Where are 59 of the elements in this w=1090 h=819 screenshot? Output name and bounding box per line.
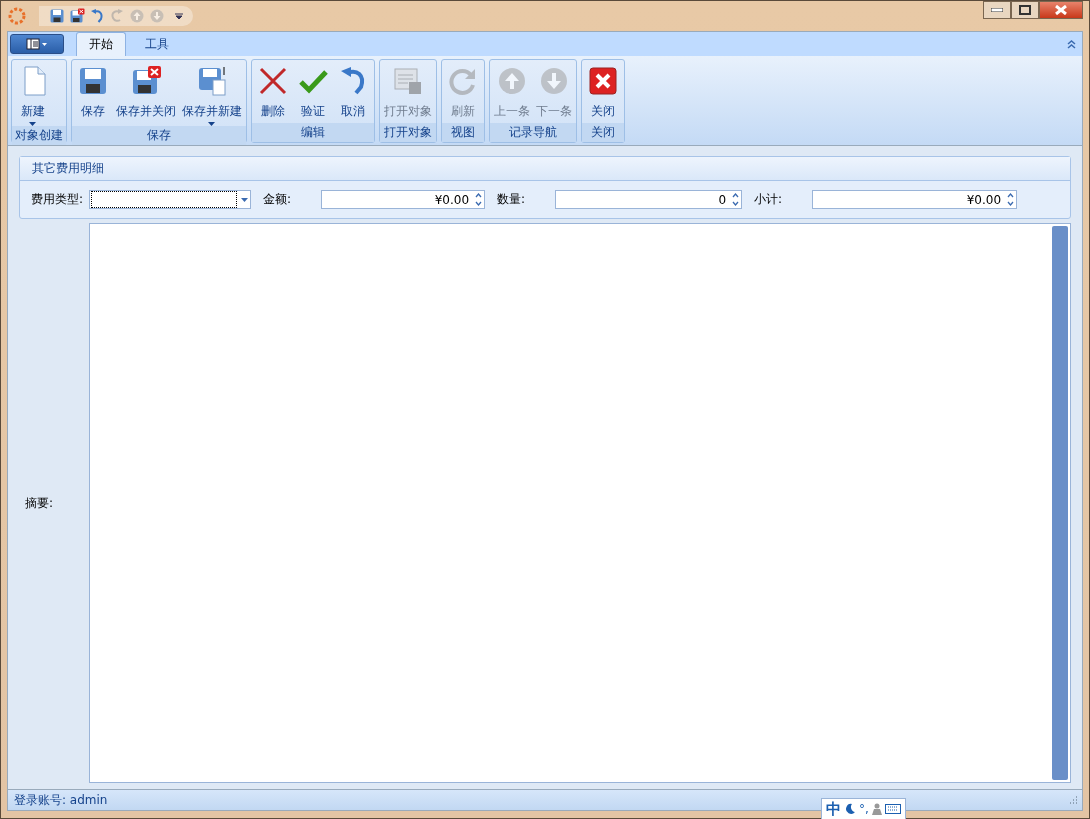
group-label: 记录导航 (490, 123, 576, 142)
toolbar-button[interactable] (69, 8, 85, 24)
cross-icon (257, 65, 289, 97)
group-label: 打开对象 (380, 123, 436, 142)
panel-menu-icon (26, 38, 48, 50)
ribbon-button[interactable]: 保存并新建 (179, 62, 245, 126)
spin-arrows-icon[interactable] (474, 193, 482, 206)
collapse-chevron-icon[interactable] (1067, 39, 1076, 49)
group-title: 其它费用明细 (20, 157, 1070, 181)
person-icon[interactable] (871, 803, 882, 815)
floppy-disk-icon (196, 65, 228, 97)
minimize-icon (991, 8, 1003, 12)
app-menu-button[interactable] (10, 34, 64, 54)
ribbon-button[interactable]: 保存并关闭 (113, 62, 179, 126)
input-mode[interactable]: 中 (826, 799, 841, 819)
window-icon (392, 65, 424, 97)
dropdown-field[interactable] (89, 190, 252, 209)
ribbon-button[interactable]: 验证 (293, 62, 333, 123)
ribbon-tab[interactable]: 开始 (76, 32, 126, 56)
scrollbar[interactable] (1052, 226, 1068, 780)
ribbon-button[interactable]: 新建 (13, 62, 53, 126)
number-field[interactable]: ¥0.00 (321, 190, 486, 209)
punctuation-mode[interactable]: °, (859, 802, 869, 816)
close-icon (587, 65, 619, 97)
memo-field[interactable] (89, 223, 1071, 783)
number-field[interactable]: 0 (555, 190, 743, 209)
maximize-icon (1019, 5, 1031, 15)
floppy-disk-icon (130, 65, 162, 97)
number-field[interactable]: ¥0.00 (812, 190, 1018, 209)
field-label: 费用类型: (31, 191, 84, 208)
resize-grip-icon[interactable] (1068, 795, 1078, 805)
toolbar-button[interactable] (49, 8, 65, 24)
group-label: 编辑 (252, 123, 374, 142)
moon-icon[interactable] (844, 803, 856, 815)
keyboard-icon[interactable] (884, 804, 901, 814)
ribbon-button[interactable]: 取消 (333, 62, 373, 123)
group-label: 视图 (442, 123, 484, 142)
ribbon-button[interactable]: 关闭 (583, 62, 623, 123)
caret-icon[interactable] (240, 197, 248, 202)
field-label: 摘要: (24, 494, 55, 512)
close-button[interactable] (1039, 1, 1083, 19)
customize-caret-icon[interactable] (175, 12, 183, 20)
undo-icon (89, 8, 105, 24)
ribbon-tab[interactable]: 工具 (132, 32, 182, 56)
field-label: 小计: (754, 191, 784, 208)
spin-arrows-icon[interactable] (731, 193, 739, 206)
close-icon (1055, 5, 1067, 15)
ribbon-button[interactable]: 保存 (73, 62, 113, 126)
field-label: 金额: (263, 191, 293, 208)
ribbon-button[interactable]: 删除 (253, 62, 293, 123)
status-text: 登录账号: admin (14, 791, 108, 809)
spin-arrows-icon[interactable] (1006, 193, 1014, 206)
group-label: 对象创建 (12, 126, 66, 145)
group-label: 关闭 (582, 123, 624, 142)
minimize-button[interactable] (983, 1, 1011, 19)
maximize-button[interactable] (1011, 1, 1039, 19)
field-label: 数量: (497, 191, 527, 208)
redo-icon (109, 8, 125, 24)
group-label: 保存 (72, 126, 246, 145)
